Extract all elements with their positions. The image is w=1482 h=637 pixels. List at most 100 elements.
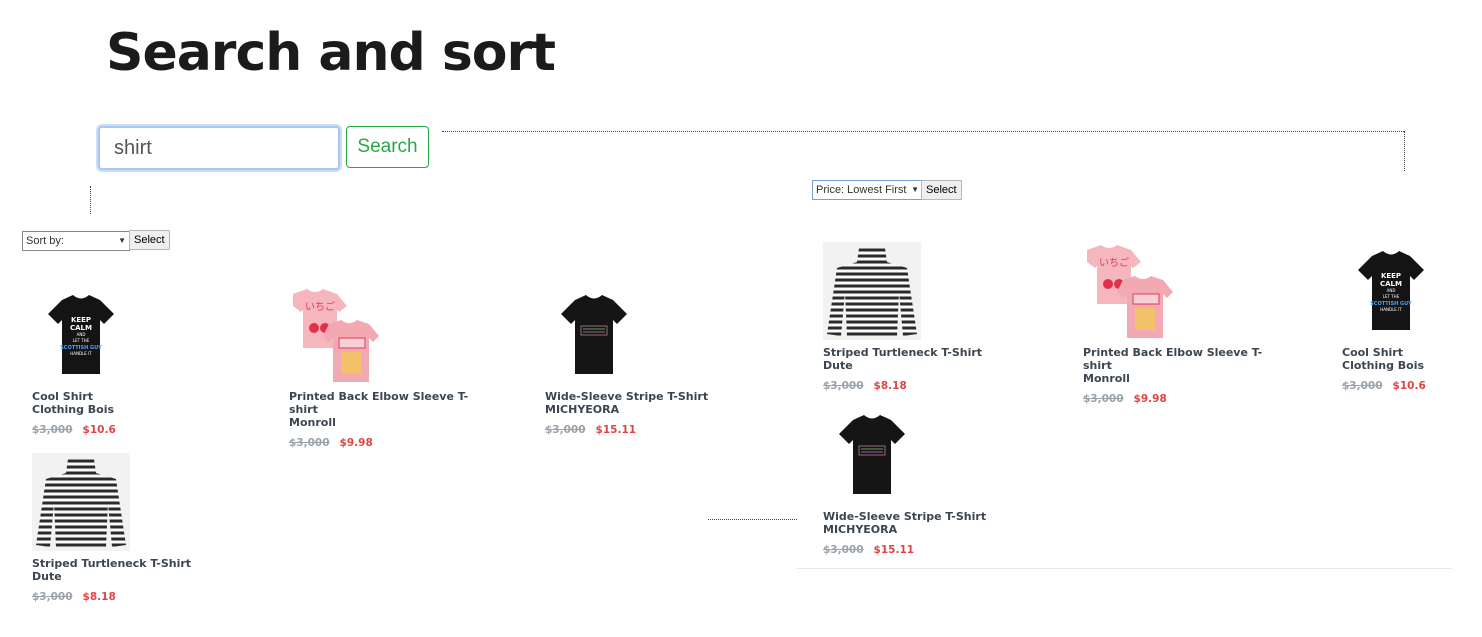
- svg-text:CALM: CALM: [70, 324, 92, 332]
- sort-select-value: Price: Lowest First: [816, 184, 907, 196]
- old-price: $3,000: [823, 544, 864, 556]
- product-name-line: Striped Turtleneck T-Shirt: [823, 346, 983, 359]
- dropdown-arrow-icon: ▼: [118, 236, 126, 245]
- shirt-image: [839, 415, 905, 494]
- product-image: KEEP CALM AND LET THE SCOTTISH GUY HANDLE IT: [32, 286, 130, 384]
- svg-text:LET THE: LET THE: [73, 338, 90, 343]
- svg-text:CALM: CALM: [1380, 280, 1402, 288]
- product-name-line: Cool Shirt: [1342, 346, 1403, 359]
- product-brand: Monroll: [289, 416, 336, 429]
- product-image: [32, 453, 130, 551]
- svg-text:HANDLE IT: HANDLE IT: [1380, 307, 1402, 312]
- old-price: $3,000: [1342, 380, 1383, 392]
- dropdown-arrow-icon: ▼: [911, 185, 919, 194]
- connector-line: [442, 131, 1404, 132]
- shirt-image: KEEPCALMANDLET THESCOTTISH GUYHANDLE IT: [1358, 251, 1424, 330]
- product-name-line: Wide-Sleeve Stripe T-Shirt: [823, 510, 987, 523]
- panel-divider: [797, 568, 1452, 569]
- page-title: Search and sort: [106, 23, 556, 83]
- product-price: $3,000 $8.18: [823, 380, 1013, 392]
- svg-text:KEEP: KEEP: [71, 316, 91, 324]
- product-name: Wide-Sleeve Stripe T-Shirt MICHYEORA: [823, 510, 1013, 536]
- product-card[interactable]: Wide-Sleeve Stripe T-Shirt MICHYEORA $3,0…: [545, 286, 735, 436]
- product-image: [545, 286, 643, 384]
- product-price: $3,000 $9.98: [289, 437, 479, 449]
- product-card[interactable]: Striped Turtleneck T-Shirt Dute $3,000 $8.…: [823, 242, 1013, 392]
- product-brand: Clothing Bois: [32, 403, 115, 416]
- product-name-line: Printed Back Elbow Sleeve T-shirt: [289, 390, 469, 416]
- sort-select-button-right[interactable]: Select: [921, 180, 962, 200]
- shirt-image: [561, 295, 627, 374]
- svg-text:いちご: いちご: [1099, 256, 1129, 269]
- old-price: $3,000: [823, 380, 864, 392]
- connector-line: [1404, 131, 1405, 171]
- shirt-image: KEEPCALMANDLET THESCOTTISH GUYHANDLE IT: [48, 295, 114, 374]
- product-card[interactable]: KEEP CALM AND LET THE SCOTTISH GUY HANDLE IT …: [1342, 242, 1472, 392]
- product-image: [823, 406, 921, 504]
- sale-price: $15.11: [873, 544, 915, 556]
- product-card[interactable]: Wide-Sleeve Stripe T-Shirt MICHYEORA $3,0…: [823, 406, 1013, 556]
- product-price: $3,000 $9.98: [1083, 393, 1273, 405]
- product-card[interactable]: Striped Turtleneck T-Shirt Dute $3,000 $8.…: [32, 453, 222, 603]
- product-name: Printed Back Elbow Sleeve T-shirt Monroll: [1083, 346, 1273, 385]
- product-brand: Dute: [32, 570, 62, 583]
- sale-price: $15.11: [595, 424, 637, 436]
- product-name: Wide-Sleeve Stripe T-Shirt MICHYEORA: [545, 390, 735, 416]
- svg-text:LET THE: LET THE: [1383, 294, 1400, 299]
- product-name: Cool Shirt Clothing Bois: [1342, 346, 1472, 372]
- product-image: いちご: [1083, 242, 1181, 340]
- old-price: $3,000: [289, 437, 330, 449]
- shirt-image: いちご: [293, 289, 379, 382]
- connector-line: [90, 186, 91, 214]
- sale-price: $8.18: [873, 380, 907, 392]
- svg-text:AND: AND: [1387, 288, 1396, 293]
- product-name: Striped Turtleneck T-Shirt Dute: [823, 346, 1013, 372]
- product-name-line: Wide-Sleeve Stripe T-Shirt: [545, 390, 709, 403]
- sale-price: $9.98: [339, 437, 373, 449]
- shirt-image: いちご: [1087, 245, 1173, 338]
- product-price: $3,000 $15.11: [823, 544, 1013, 556]
- product-image: [823, 242, 921, 340]
- product-image: いちご: [289, 286, 387, 384]
- old-price: $3,000: [32, 591, 73, 603]
- product-price: $3,000 $8.18: [32, 591, 222, 603]
- product-name-line: Striped Turtleneck T-Shirt: [32, 557, 192, 570]
- product-name-line: Printed Back Elbow Sleeve T-shirt: [1083, 346, 1263, 372]
- product-brand: Clothing Bois: [1342, 359, 1425, 372]
- sale-price: $10.6: [1392, 380, 1426, 392]
- old-price: $3,000: [1083, 393, 1124, 405]
- sort-select-left[interactable]: Sort by: ▼: [22, 231, 130, 251]
- connector-line: [708, 519, 797, 520]
- search-input[interactable]: [98, 126, 340, 170]
- product-card[interactable]: いちご Printed Back Elbow Sleeve T-shirt Mon…: [289, 286, 479, 449]
- svg-text:KEEP: KEEP: [1381, 272, 1401, 280]
- sale-price: $10.6: [82, 424, 116, 436]
- product-brand: MICHYEORA: [545, 403, 620, 416]
- product-card[interactable]: いちご Printed Back Elbow Sleeve T-shirt Mon…: [1083, 242, 1273, 405]
- svg-text:AND: AND: [77, 332, 86, 337]
- old-price: $3,000: [545, 424, 586, 436]
- product-name-line: Cool Shirt: [32, 390, 93, 403]
- old-price: $3,000: [32, 424, 73, 436]
- product-brand: MICHYEORA: [823, 523, 898, 536]
- shirt-image: [823, 242, 921, 340]
- product-price: $3,000 $10.6: [32, 424, 222, 436]
- sale-price: $8.18: [82, 591, 116, 603]
- product-name: Cool Shirt Clothing Bois: [32, 390, 222, 416]
- sale-price: $9.98: [1133, 393, 1167, 405]
- product-name: Striped Turtleneck T-Shirt Dute: [32, 557, 222, 583]
- shirt-image: [32, 453, 130, 551]
- product-image: KEEP CALM AND LET THE SCOTTISH GUY HANDLE IT: [1342, 242, 1440, 340]
- sort-select-button-left[interactable]: Select: [129, 230, 170, 250]
- product-name: Printed Back Elbow Sleeve T-shirt Monroll: [289, 390, 479, 429]
- product-card[interactable]: KEEP CALM AND LET THE SCOTTISH GUY HANDLE IT …: [32, 286, 222, 436]
- svg-text:いちご: いちご: [305, 300, 335, 313]
- product-brand: Monroll: [1083, 372, 1130, 385]
- product-price: $3,000 $15.11: [545, 424, 735, 436]
- search-button[interactable]: Search: [346, 126, 429, 168]
- product-price: $3,000 $10.6: [1342, 380, 1472, 392]
- svg-text:HANDLE IT: HANDLE IT: [70, 351, 92, 356]
- sort-select-right[interactable]: Price: Lowest First ▼: [812, 180, 923, 200]
- sort-select-value: Sort by:: [26, 235, 64, 247]
- product-brand: Dute: [823, 359, 853, 372]
